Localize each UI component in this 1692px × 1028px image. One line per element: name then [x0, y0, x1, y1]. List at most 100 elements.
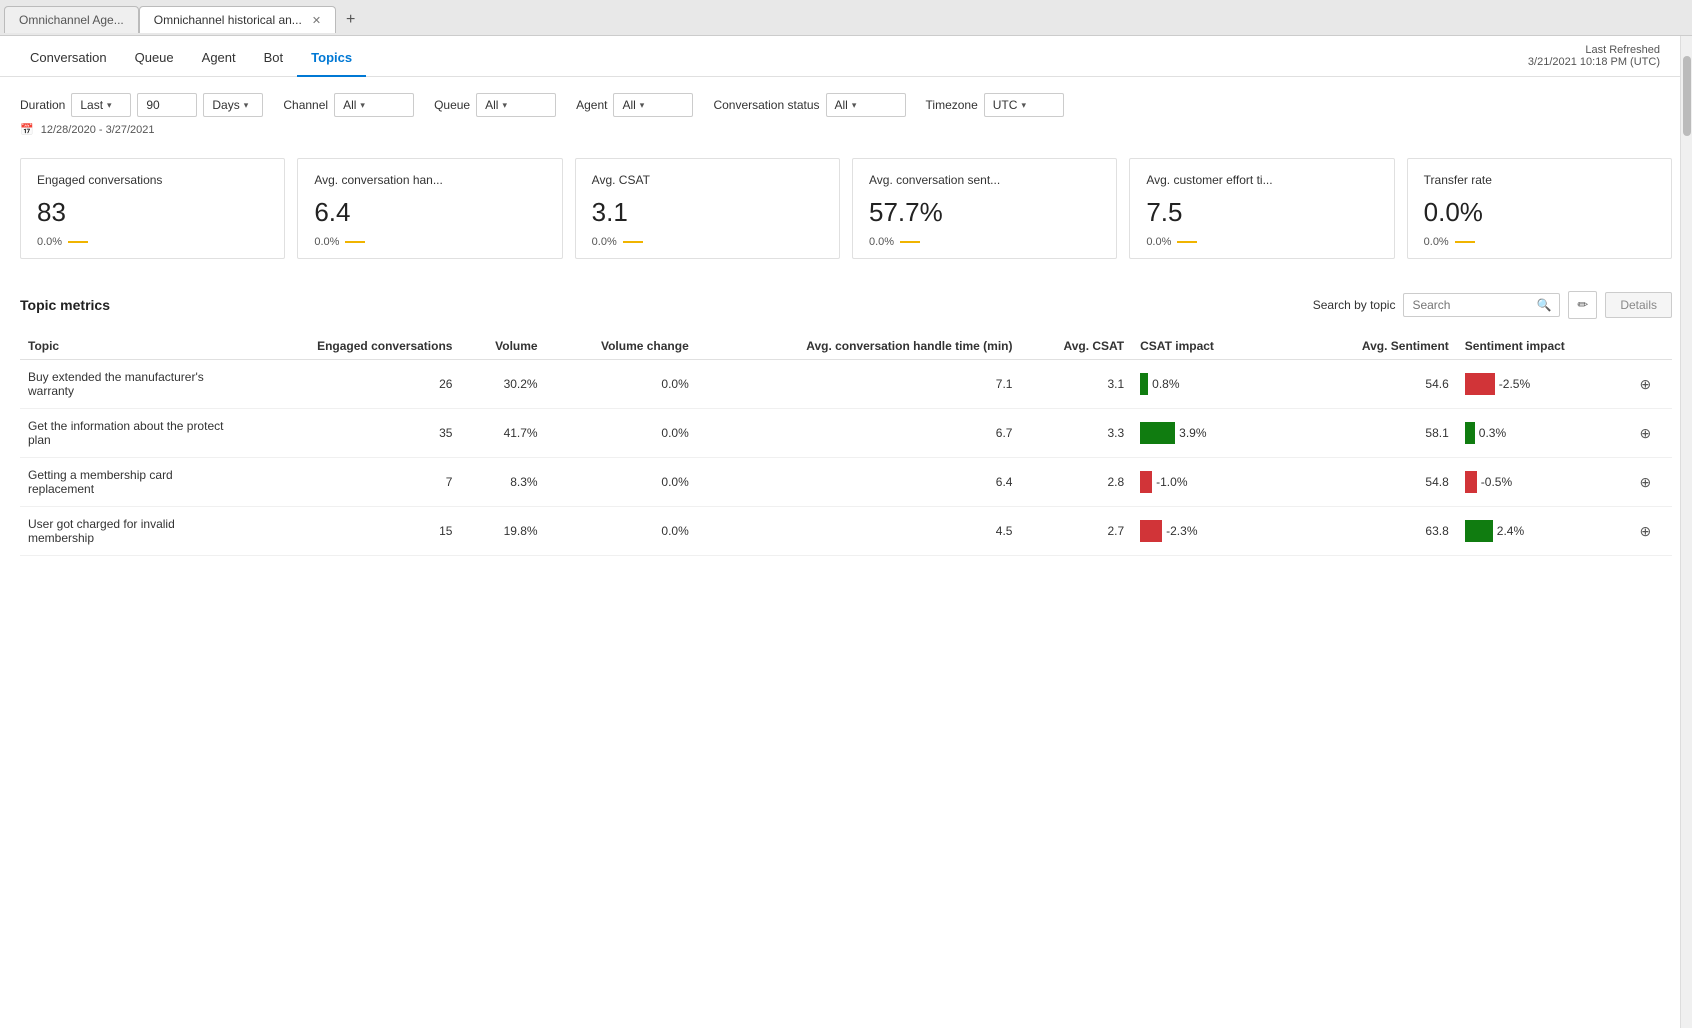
cell-csat-impact: 0.8% — [1132, 360, 1307, 409]
duration-label: Duration — [20, 98, 65, 112]
cell-topic: User got charged for invalid membership — [20, 507, 240, 556]
cell-topic: Getting a membership card replacement — [20, 458, 240, 507]
col-engaged: Engaged conversations — [240, 333, 460, 360]
channel-label: Channel — [283, 98, 328, 112]
conv-status-filter: Conversation status All ▾ — [713, 93, 905, 117]
cell-volume: 41.7% — [460, 409, 545, 458]
col-volume-change: Volume change — [546, 333, 697, 360]
col-avg-handle: Avg. conversation handle time (min) — [697, 333, 1021, 360]
cell-engaged: 35 — [240, 409, 460, 458]
cell-avg-sentiment: 54.6 — [1307, 360, 1457, 409]
kpi-engaged-trend — [68, 241, 88, 243]
search-icon: 🔍 — [1536, 298, 1551, 312]
kpi-avg-handle-change: 0.0% — [314, 236, 339, 248]
agent-select[interactable]: All ▾ — [613, 93, 693, 117]
cell-action[interactable]: ⊕ — [1632, 409, 1672, 458]
cell-sentiment-impact: -2.5% — [1457, 360, 1632, 409]
cell-volume-change: 0.0% — [546, 360, 697, 409]
browser-tab-1[interactable]: Omnichannel Age... — [4, 6, 139, 33]
add-tab-button[interactable]: + — [336, 7, 365, 33]
nav-bot[interactable]: Bot — [250, 36, 298, 77]
cell-volume: 8.3% — [460, 458, 545, 507]
kpi-transfer-change: 0.0% — [1424, 236, 1449, 248]
cell-topic: Get the information about the protect pl… — [20, 409, 240, 458]
conv-status-label: Conversation status — [713, 98, 819, 112]
row-action-icon[interactable]: ⊕ — [1640, 474, 1652, 490]
row-action-icon[interactable]: ⊕ — [1640, 523, 1652, 539]
kpi-engaged-value: 83 — [37, 197, 268, 228]
sentiment-impact-label: -2.5% — [1499, 377, 1530, 391]
search-input[interactable] — [1412, 298, 1532, 312]
timezone-value: UTC — [993, 98, 1018, 112]
sentiment-impact-bar — [1465, 471, 1477, 493]
tab-1-label: Omnichannel Age... — [19, 13, 124, 27]
cell-action[interactable]: ⊕ — [1632, 507, 1672, 556]
kpi-avg-effort-change: 0.0% — [1146, 236, 1171, 248]
cell-volume-change: 0.0% — [546, 507, 697, 556]
scroll-thumb[interactable] — [1683, 56, 1691, 136]
timezone-label: Timezone — [926, 98, 978, 112]
cell-action[interactable]: ⊕ — [1632, 458, 1672, 507]
csat-impact-bar — [1140, 422, 1175, 444]
col-avg-sentiment: Avg. Sentiment — [1307, 333, 1457, 360]
topic-metrics-section: Topic metrics Search by topic 🔍 ✏ Detail… — [0, 275, 1692, 572]
filters-bar: Duration Last ▾ 90 Days ▾ Channel All ▾ … — [0, 77, 1692, 121]
queue-chevron: ▾ — [502, 100, 507, 111]
cell-volume-change: 0.0% — [546, 458, 697, 507]
csat-impact-bar — [1140, 471, 1152, 493]
nav-queue[interactable]: Queue — [121, 36, 188, 77]
cell-action[interactable]: ⊕ — [1632, 360, 1672, 409]
queue-label: Queue — [434, 98, 470, 112]
duration-preset-value: Last — [80, 98, 103, 112]
cell-avg-handle: 4.5 — [697, 507, 1021, 556]
queue-select[interactable]: All ▾ — [476, 93, 556, 117]
row-action-icon[interactable]: ⊕ — [1640, 425, 1652, 441]
cell-volume: 30.2% — [460, 360, 545, 409]
col-avg-csat: Avg. CSAT — [1020, 333, 1132, 360]
csat-impact-label: -2.3% — [1166, 524, 1197, 538]
browser-tab-2[interactable]: Omnichannel historical an... ✕ — [139, 6, 336, 33]
search-box[interactable]: 🔍 — [1403, 293, 1560, 317]
csat-impact-label: 0.8% — [1152, 377, 1179, 391]
nav-agent[interactable]: Agent — [188, 36, 250, 77]
cell-volume-change: 0.0% — [546, 409, 697, 458]
filter-icon-button[interactable]: ✏ — [1568, 291, 1597, 319]
queue-filter: Queue All ▾ — [434, 93, 556, 117]
kpi-transfer-title: Transfer rate — [1424, 173, 1655, 187]
conv-status-chevron: ▾ — [852, 100, 857, 111]
cell-csat-impact: -1.0% — [1132, 458, 1307, 507]
nav-topics[interactable]: Topics — [297, 36, 366, 77]
kpi-avg-handle-trend — [345, 241, 365, 243]
kpi-avg-handle-title: Avg. conversation han... — [314, 173, 545, 187]
agent-chevron: ▾ — [640, 100, 645, 111]
duration-preset-select[interactable]: Last ▾ — [71, 93, 131, 117]
duration-filter: Duration Last ▾ 90 Days ▾ — [20, 93, 263, 117]
queue-value: All — [485, 98, 498, 112]
kpi-avg-effort-title: Avg. customer effort ti... — [1146, 173, 1377, 187]
kpi-row: Engaged conversations 83 0.0% Avg. conve… — [0, 148, 1692, 275]
cell-avg-handle: 6.4 — [697, 458, 1021, 507]
channel-select[interactable]: All ▾ — [334, 93, 414, 117]
cell-avg-handle: 7.1 — [697, 360, 1021, 409]
cell-avg-sentiment: 54.8 — [1307, 458, 1457, 507]
tab-close-icon[interactable]: ✕ — [312, 14, 321, 27]
nav-conversation[interactable]: Conversation — [16, 36, 121, 77]
timezone-select[interactable]: UTC ▾ — [984, 93, 1064, 117]
kpi-avg-csat-change: 0.0% — [592, 236, 617, 248]
details-button[interactable]: Details — [1605, 292, 1672, 318]
kpi-transfer-trend — [1455, 241, 1475, 243]
agent-value: All — [622, 98, 635, 112]
last-refreshed-label: Last Refreshed — [1528, 44, 1660, 56]
sentiment-impact-label: 2.4% — [1497, 524, 1524, 538]
date-range-value: 12/28/2020 - 3/27/2021 — [41, 124, 155, 136]
table-row: User got charged for invalid membership … — [20, 507, 1672, 556]
sentiment-impact-label: -0.5% — [1481, 475, 1512, 489]
scrollbar[interactable] — [1680, 36, 1692, 1028]
conv-status-select[interactable]: All ▾ — [826, 93, 906, 117]
row-action-icon[interactable]: ⊕ — [1640, 376, 1652, 392]
csat-impact-label: 3.9% — [1179, 426, 1206, 440]
col-volume: Volume — [460, 333, 545, 360]
duration-unit-select[interactable]: Days ▾ — [203, 93, 263, 117]
duration-value-select[interactable]: 90 — [137, 93, 197, 117]
kpi-avg-sent-title: Avg. conversation sent... — [869, 173, 1100, 187]
